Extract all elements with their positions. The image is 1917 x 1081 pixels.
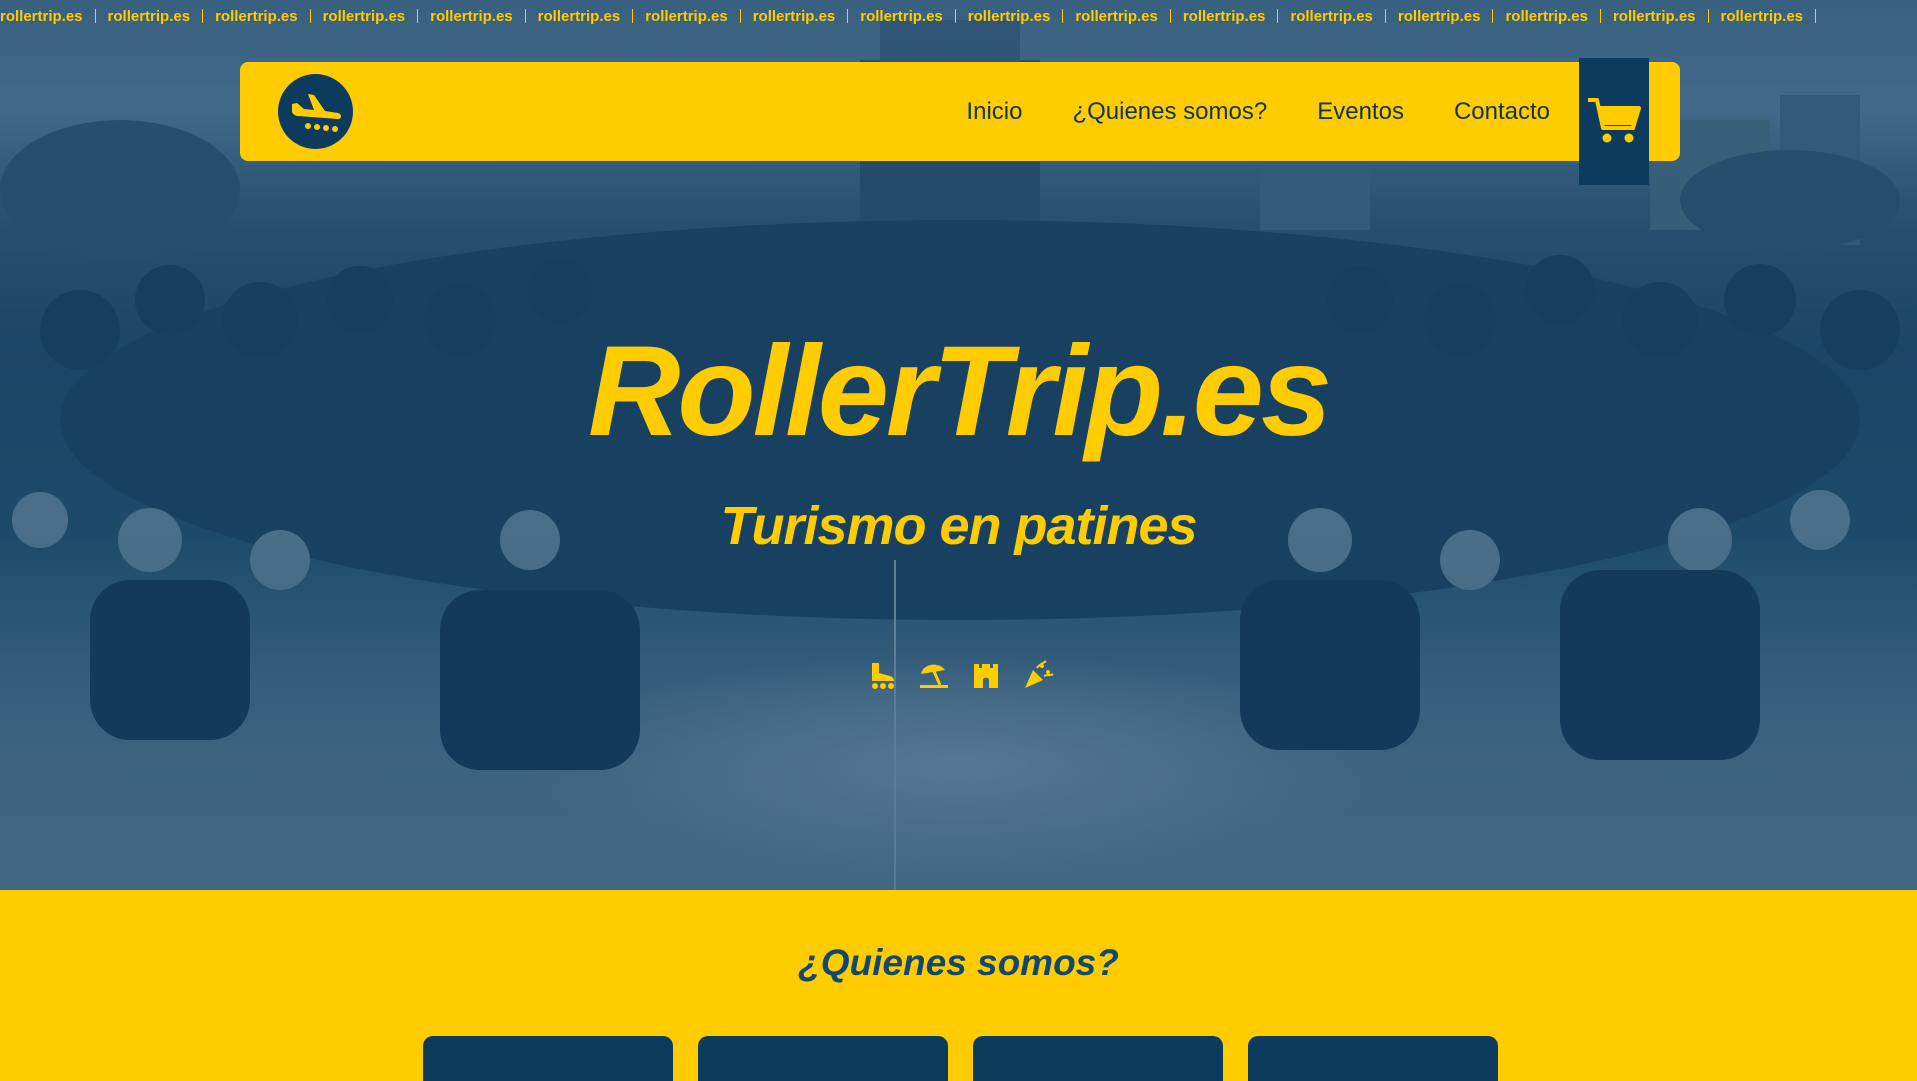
party-popper-icon — [1022, 660, 1054, 690]
main-nav: Inicio ¿Quienes somos? Eventos Contacto — [966, 62, 1550, 161]
plane-landing-icon — [292, 94, 341, 132]
hero-subtitle: Turismo en patines — [720, 496, 1197, 556]
marquee-separator — [309, 9, 311, 23]
marquee-separator — [1277, 9, 1279, 23]
marquee-item: rollertrip.es — [967, 8, 1051, 25]
castle-icon — [970, 660, 1002, 690]
marquee-item: rollertrip.es — [215, 8, 298, 25]
marquee-separator — [1815, 9, 1817, 23]
marquee-item: rollertrip.es — [430, 8, 513, 25]
site-logo[interactable] — [278, 74, 353, 149]
marquee-item: rollertrip.es — [1612, 8, 1696, 25]
about-section: ¿Quienes somos? — [0, 890, 1917, 1081]
marquee-item: rollertrip.es — [645, 8, 728, 25]
marquee-separator — [739, 9, 741, 23]
hero-icon-row — [866, 660, 1054, 690]
nav-link-eventos[interactable]: Eventos — [1317, 98, 1404, 126]
inline-skate-icon — [866, 660, 898, 690]
marquee-separator — [417, 9, 419, 23]
cart-button[interactable] — [1579, 58, 1649, 185]
marquee-item: rollertrip.es — [1290, 8, 1373, 25]
marquee-separator — [1599, 9, 1601, 23]
about-title: ¿Quienes somos? — [798, 942, 1119, 983]
marquee-separator — [1492, 9, 1494, 23]
about-card[interactable] — [1248, 1036, 1498, 1081]
marquee-separator — [1062, 9, 1064, 23]
marquee-separator — [1384, 9, 1386, 23]
marquee-item: rollertrip.es — [1720, 8, 1804, 25]
marquee-item: rollertrip.es — [322, 8, 406, 25]
marquee-separator — [524, 9, 526, 23]
domain-marquee: rollertrip.es rollertrip.es rollertrip.es r… — [0, 8, 1917, 30]
marquee-separator — [1707, 9, 1709, 23]
marquee-item: rollertrip.es — [537, 8, 621, 25]
nav-link-contacto[interactable]: Contacto — [1454, 98, 1550, 126]
about-cards — [423, 1036, 1498, 1081]
marquee-separator — [847, 9, 849, 23]
marquee-separator — [94, 9, 96, 23]
marquee-item: rollertrip.es — [860, 8, 943, 25]
marquee-item: rollertrip.es — [1075, 8, 1158, 25]
about-card[interactable] — [973, 1036, 1223, 1081]
hero-title: RollerTrip.es — [587, 320, 1332, 463]
marquee-separator — [1169, 9, 1171, 23]
marquee-item: rollertrip.es — [752, 8, 836, 25]
nav-link-inicio[interactable]: Inicio — [966, 98, 1022, 126]
nav-link-quienes-somos[interactable]: ¿Quienes somos? — [1072, 98, 1267, 126]
marquee-item: rollertrip.es — [1182, 8, 1266, 25]
marquee-item: rollertrip.es — [0, 8, 83, 25]
marquee-item: rollertrip.es — [107, 8, 191, 25]
marquee-separator — [632, 9, 634, 23]
marquee-item: rollertrip.es — [1505, 8, 1588, 25]
about-card[interactable] — [698, 1036, 948, 1081]
header-bar: Inicio ¿Quienes somos? Eventos Contacto — [240, 58, 1680, 185]
about-card[interactable] — [423, 1036, 673, 1081]
beach-umbrella-icon — [918, 660, 950, 690]
marquee-separator — [202, 9, 204, 23]
marquee-item: rollertrip.es — [1397, 8, 1481, 25]
shopping-cart-icon — [1588, 98, 1641, 143]
marquee-separator — [954, 9, 956, 23]
